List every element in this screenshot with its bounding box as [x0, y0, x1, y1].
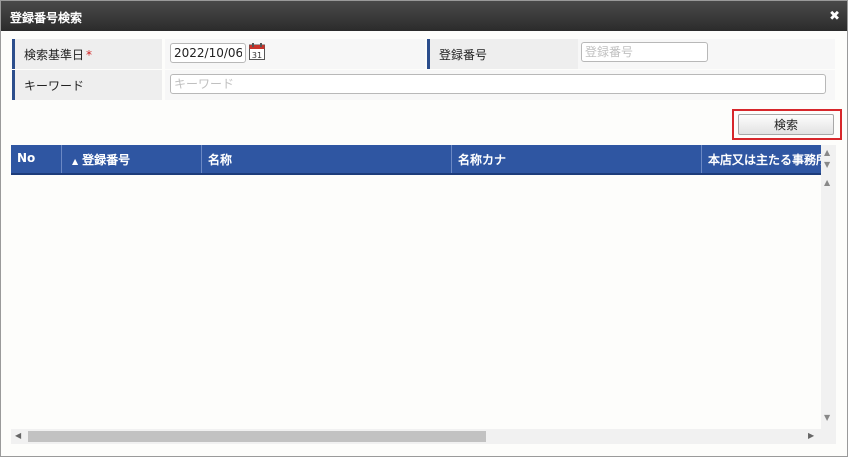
column-header-registration-number[interactable]: ▲ 登録番号	[62, 145, 202, 173]
date-label-cell: 検索基準日 *	[12, 39, 162, 69]
regno-input[interactable]	[581, 42, 708, 62]
search-button[interactable]: 検索	[738, 114, 834, 135]
dialog-title: 登録番号検索	[10, 11, 83, 25]
date-input[interactable]	[170, 43, 246, 63]
horizontal-scrollbar[interactable]: ◀ ▶	[11, 429, 836, 444]
close-icon[interactable]: ✖	[829, 9, 840, 24]
search-button-highlight: 検索	[732, 109, 842, 140]
regno-value-cell	[578, 39, 835, 69]
column-header-name-kana[interactable]: 名称カナ	[452, 145, 702, 173]
column-header-no[interactable]: No	[11, 145, 62, 173]
vertical-scrollbar[interactable]: ▲ ▼ ▲ ▼	[821, 145, 836, 429]
grid-body	[11, 175, 821, 429]
column-header-name[interactable]: 名称	[202, 145, 452, 173]
scroll-up-icon[interactable]: ▲	[824, 178, 830, 187]
keyword-label-cell: キーワード	[12, 70, 162, 100]
scroll-right-icon[interactable]: ▶	[808, 431, 814, 440]
calendar-day: 31	[252, 51, 262, 60]
keyword-input[interactable]	[170, 74, 826, 94]
scroll-up-icon[interactable]: ▲	[824, 148, 830, 157]
regno-label-cell: 登録番号	[427, 39, 578, 69]
horizontal-scroll-thumb[interactable]	[28, 431, 486, 442]
results-grid: No ▲ 登録番号 名称 名称カナ 本店又は主たる事務所 ▲ ▼ ▲ ▼ ◀ ▶	[11, 145, 836, 444]
form-row-keyword: キーワード	[12, 70, 835, 101]
dialog-titlebar: 登録番号検索 ✖	[1, 1, 847, 31]
column-header-head-office[interactable]: 本店又は主たる事務所	[702, 145, 821, 173]
regno-label: 登録番号	[439, 48, 488, 62]
grid-header: No ▲ 登録番号 名称 名称カナ 本店又は主たる事務所	[11, 145, 821, 175]
calendar-icon[interactable]: 31	[249, 43, 265, 60]
date-value-cell: 31	[165, 39, 425, 69]
date-label: 検索基準日	[24, 48, 85, 62]
scroll-down-icon[interactable]: ▼	[824, 160, 830, 169]
registration-number-search-dialog: 登録番号検索 ✖ 検索基準日* 31 登録番号 キーワード	[0, 0, 848, 457]
scroll-left-icon[interactable]: ◀	[15, 431, 21, 440]
keyword-label: キーワード	[24, 79, 85, 93]
keyword-value-cell	[165, 70, 835, 100]
required-mark: *	[86, 48, 93, 62]
form-row-date: 検索基準日* 31 登録番号	[12, 39, 835, 70]
scroll-down-icon[interactable]: ▼	[824, 413, 830, 422]
sort-asc-icon: ▲	[72, 157, 79, 166]
